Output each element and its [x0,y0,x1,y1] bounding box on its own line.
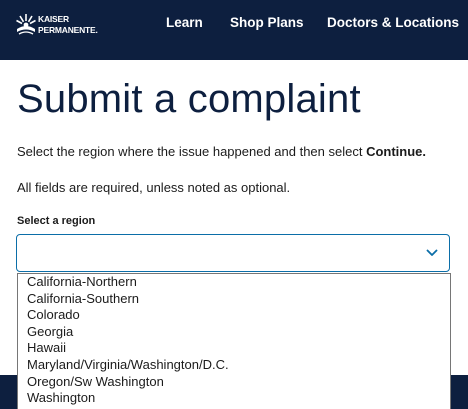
nav-shop-plans[interactable]: Shop Plans [230,15,304,30]
kaiser-permanente-logo[interactable]: KAISER PERMANENTE. [16,13,116,39]
region-label: Select a region [17,215,96,227]
kaiser-logo-icon [16,14,36,35]
region-option-california-northern[interactable]: California-Northern [18,274,450,291]
region-option-maryland-virginia-dc[interactable]: Maryland/Virginia/Washington/D.C. [18,357,450,374]
nav-doctors-locations[interactable]: Doctors & Locations [327,15,459,30]
region-option-california-southern[interactable]: California-Southern [18,291,450,308]
region-option-oregon-sw-washington[interactable]: Oregon/Sw Washington [18,374,450,391]
instruction-text: Select the region where the issue happen… [17,144,426,159]
region-option-colorado[interactable]: Colorado [18,307,450,324]
region-option-washington[interactable]: Washington [18,390,450,407]
region-option-georgia[interactable]: Georgia [18,324,450,341]
page-title: Submit a complaint [17,77,361,121]
region-option-hawaii[interactable]: Hawaii [18,340,450,357]
region-dropdown-list: California-Northern California-Southern … [17,273,451,409]
instruction-continue: Continue. [366,144,427,159]
site-header: KAISER PERMANENTE. Learn Shop Plans Doct… [0,0,468,60]
logo-text: KAISER PERMANENTE. [38,14,98,36]
logo-line-2: PERMANENTE. [38,25,98,35]
logo-line-1: KAISER [38,14,69,24]
required-note: All fields are required, unless noted as… [17,180,291,195]
region-select[interactable] [16,234,450,272]
nav-learn[interactable]: Learn [166,15,203,30]
instruction-main: Select the region where the issue happen… [17,144,367,159]
chevron-down-icon [426,249,438,256]
